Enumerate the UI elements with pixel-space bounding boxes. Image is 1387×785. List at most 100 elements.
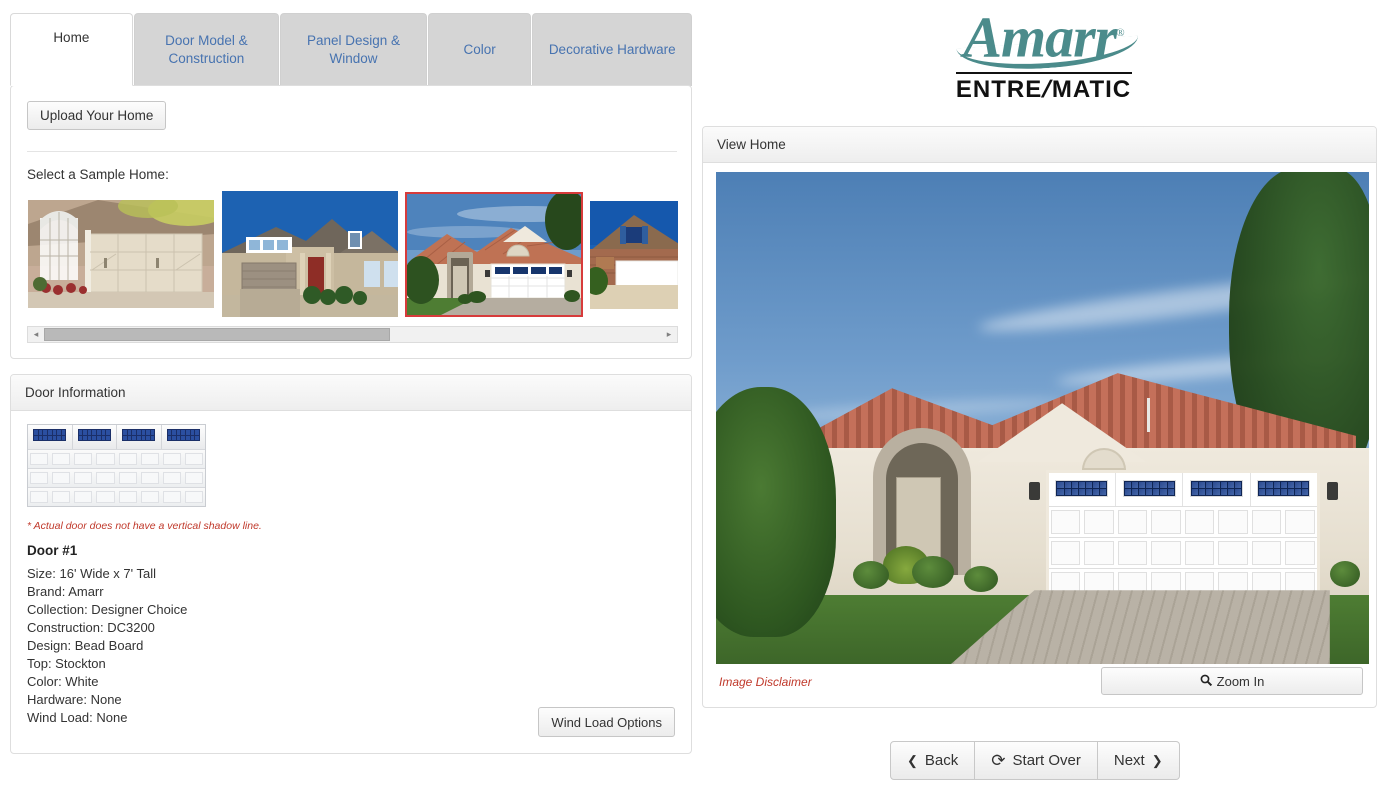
select-sample-home-label: Select a Sample Home: [27,167,169,182]
start-over-label: Start Over [1012,752,1081,769]
garage-window [1190,479,1244,498]
wizard-navigation: ❮ Back ⟳ Start Over Next ❯ [890,741,1180,780]
sample-home-thumb-1[interactable] [27,199,215,309]
door-designer-app: Home Door Model & Construction Panel Des… [0,0,1387,785]
next-button[interactable]: Next ❯ [1097,741,1180,780]
sample-home-thumb-4[interactable] [589,200,678,310]
door-preview-window [122,429,156,442]
door-information-panel: Door Information * Actual door does not … [10,374,692,754]
spec-color: Color: White [27,674,99,689]
logo-rule-divider [955,72,1132,75]
spec-top: Top: Stockton [27,656,106,671]
garage-window [1257,479,1311,498]
image-disclaimer-link[interactable]: Image Disclaimer [719,675,812,689]
start-over-button[interactable]: ⟳ Start Over [975,741,1098,780]
shrub [964,565,999,592]
right-column: Amarr® ENTRE/MATIC View Home Image Discl… [700,0,1387,785]
garage-window [1122,479,1176,498]
tab-panel-design-window[interactable]: Panel Design & Window [280,13,427,86]
chevron-right-icon: ❯ [1151,752,1163,768]
door-preview-image [27,424,206,507]
garage-section [1116,472,1184,506]
door-spec-list: Size: 16' Wide x 7' Tall Brand: Amarr Co… [27,565,187,727]
scrollbar-track[interactable] [44,327,661,342]
door-preview-window [166,429,200,442]
coach-lamp-left [1029,481,1041,500]
spanish-tile-stucco-home-image [407,194,581,315]
spec-design: Design: Bead Board [27,638,144,653]
view-home-title: View Home [717,137,786,152]
spec-brand: Brand: Amarr [27,584,104,599]
refresh-icon: ⟳ [991,751,1006,770]
coach-lamp-right [1326,481,1338,500]
scrollbar-thumb[interactable] [44,328,390,341]
tab-hardware-label: Decorative Hardware [548,42,676,57]
brick-home-blue-shutters-image [590,201,678,309]
tab-home[interactable]: Home [10,13,133,86]
zoom-in-label: Zoom In [1216,673,1265,689]
garage-panel-row [1048,536,1317,568]
back-label: Back [924,752,959,769]
tree-left [716,387,836,637]
garage-door [1045,469,1320,603]
view-home-header: View Home [703,127,1376,163]
spec-construction: Construction: DC3200 [27,620,155,635]
amarr-wordmark: Amarr® [956,4,1141,75]
sample-home-thumbnail-list [27,190,678,318]
wizard-tabs: Home Door Model & Construction Panel Des… [10,13,692,86]
sample-home-scrollbar[interactable]: ◂ ▸ [27,326,678,343]
door-preview-window [77,429,111,442]
divider [27,151,677,152]
brick-home-carriage-door-image [28,200,214,308]
spec-size: Size: 16' Wide x 7' Tall [27,566,157,581]
sample-home-thumb-2[interactable] [221,190,399,318]
view-home-panel: View Home Image Disclaimer Zoom In [702,126,1377,708]
door-preview-window-row [28,425,205,449]
entrematic-wordmark: ENTRE/MATIC [956,76,1131,104]
shrub [853,560,890,589]
tab-home-label: Home [53,30,90,45]
spec-wind-load: Wind Load: None [27,710,128,725]
shrub [1329,560,1360,587]
magnifier-icon [1200,674,1212,689]
door-preview-section [73,425,117,449]
garage-window [1055,479,1109,498]
zoom-in-button[interactable]: Zoom In [1101,667,1363,695]
select-home-panel: Upload Your Home Select a Sample Home: ◂… [10,85,692,359]
garage-section [1183,472,1251,506]
door-preview-panel-rows [28,449,205,506]
door-preview-section [28,425,73,449]
door-number-title: Door #1 [27,543,78,558]
door-information-title: Door Information [25,385,126,400]
door-information-header: Door Information [11,375,691,411]
tab-door-model-construction[interactable]: Door Model & Construction [133,13,280,86]
tab-decorative-hardware[interactable]: Decorative Hardware [532,13,692,86]
chevron-left-icon: ❮ [907,752,918,768]
shrub [911,555,954,588]
amarr-entrematic-logo: Amarr® ENTRE/MATIC [700,4,1387,114]
garage-window-row [1048,472,1317,506]
garage-section [1049,472,1117,506]
door-shadow-line-note: * Actual door does not have a vertical s… [27,520,262,532]
scroll-right-arrow-icon[interactable]: ▸ [661,327,677,342]
garage-section [1251,473,1317,506]
wind-load-options-button[interactable]: Wind Load Options [538,707,675,737]
tab-door-model-label: Door Model & Construction [165,33,248,66]
upload-your-home-button[interactable]: Upload Your Home [27,101,167,130]
next-label: Next [1113,752,1145,769]
garage-panel-row [1048,505,1317,537]
scroll-left-arrow-icon[interactable]: ◂ [28,327,44,342]
left-column: Home Door Model & Construction Panel Des… [0,0,700,785]
door-preview-section [117,425,162,449]
spec-collection: Collection: Designer Choice [27,602,188,617]
back-button[interactable]: ❮ Back [890,741,976,780]
door-preview-window [33,429,67,442]
tab-color[interactable]: Color [427,13,532,86]
entrematic-part1: ENTRE [955,76,1043,104]
home-preview-image[interactable] [716,172,1369,664]
sample-home-thumb-3-selected[interactable] [405,192,583,317]
entrematic-part2: MATIC [1051,76,1132,104]
tab-panel-design-label: Panel Design & Window [306,33,401,66]
tab-color-label: Color [463,42,496,57]
two-story-tan-home-image [222,191,398,317]
